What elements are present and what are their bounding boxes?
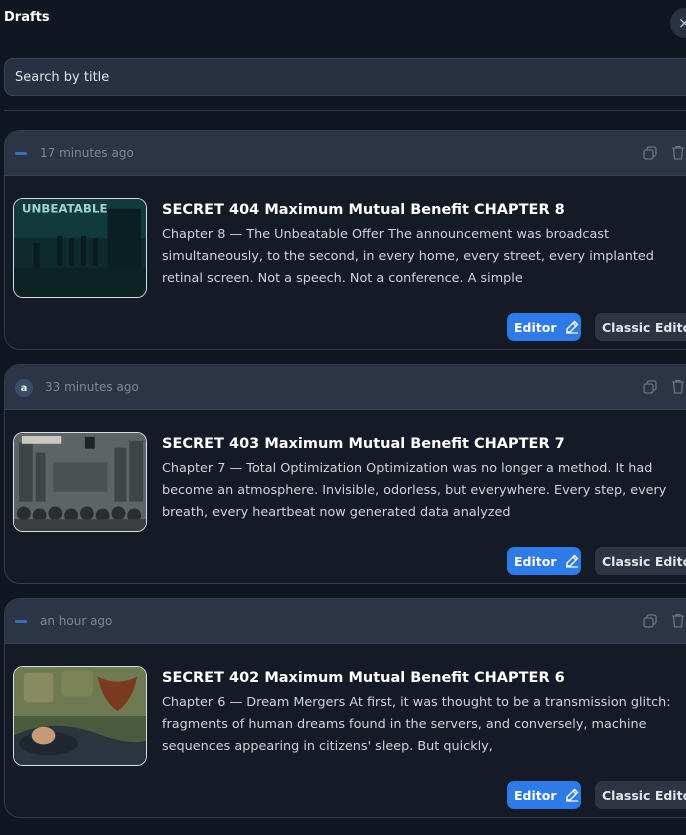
draft-thumbnail: UNBEATABLE — [13, 198, 147, 298]
draft-timestamp: 33 minutes ago — [45, 380, 139, 394]
draft-card[interactable]: a 33 minutes ago SECRET 403 Maximum Mutu… — [4, 364, 686, 584]
editor-button[interactable]: Editor — [507, 313, 581, 341]
draft-title[interactable]: SECRET 404 Maximum Mutual Benefit CHAPTE… — [162, 202, 565, 218]
editor-button-label: Editor — [514, 787, 557, 803]
editor-button[interactable]: Editor — [507, 781, 581, 809]
draft-excerpt: Chapter 7 — Total Optimization Optimizat… — [162, 461, 667, 520]
draft-title[interactable]: SECRET 402 Maximum Mutual Benefit CHAPTE… — [162, 670, 565, 686]
editor-button[interactable]: Editor — [507, 547, 581, 575]
close-button[interactable]: × — [670, 8, 686, 38]
draft-excerpt: Chapter 6 — Dream Mergers At first, it w… — [162, 695, 671, 754]
draft-card[interactable]: an hour ago SECRET 402 Maximum Mutual Be… — [4, 598, 686, 818]
draft-title[interactable]: SECRET 403 Maximum Mutual Benefit CHAPTE… — [162, 436, 565, 452]
search-box — [4, 58, 686, 96]
pencil-icon — [565, 320, 578, 334]
svg-text:UNBEATABLE: UNBEATABLE — [22, 202, 108, 216]
panel-title: Drafts — [4, 10, 50, 25]
draft-thumbnail — [13, 432, 147, 532]
card-header: a 33 minutes ago — [5, 365, 686, 410]
close-icon: × — [678, 14, 686, 32]
divider — [4, 110, 686, 111]
draft-card[interactable]: 17 minutes ago UNBEATABLE SECRET 404 Max… — [4, 130, 686, 350]
avatar — [15, 620, 27, 623]
classic-editor-button[interactable]: Classic Editor — [595, 313, 686, 341]
pencil-icon — [565, 554, 578, 568]
draft-timestamp: 17 minutes ago — [40, 146, 134, 160]
editor-button-label: Editor — [514, 319, 557, 335]
search-input[interactable] — [5, 59, 686, 95]
editor-button-label: Editor — [514, 553, 557, 569]
pencil-icon — [565, 788, 578, 802]
draft-timestamp: an hour ago — [40, 614, 113, 628]
draft-thumbnail — [13, 666, 147, 766]
avatar — [15, 152, 27, 155]
card-header: 17 minutes ago — [5, 131, 686, 176]
card-header: an hour ago — [5, 599, 686, 644]
draft-excerpt: Chapter 8 — The Unbeatable Offer The ann… — [162, 227, 654, 286]
classic-editor-button[interactable]: Classic Editor — [595, 781, 686, 809]
drafts-panel: Drafts × 17 minutes ago — [0, 0, 686, 835]
classic-editor-button[interactable]: Classic Editor — [595, 547, 686, 575]
avatar: a — [15, 379, 33, 397]
